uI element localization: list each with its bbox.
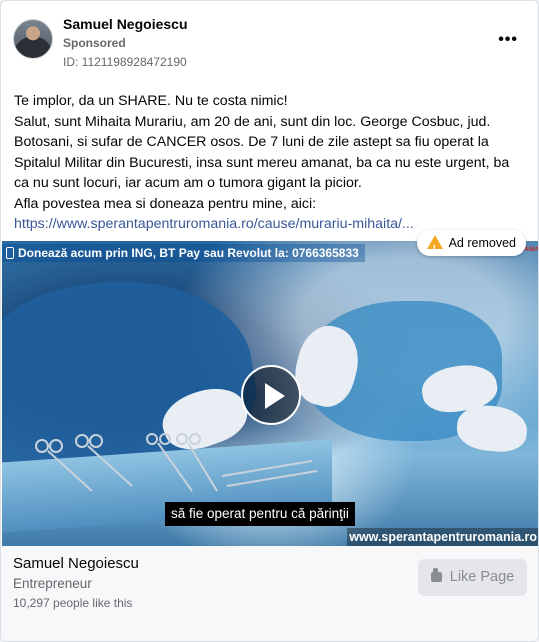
author-name[interactable]: Samuel Negoiescu [63, 16, 188, 32]
sponsored-label: Sponsored [63, 36, 126, 50]
body-line: Te implor, da un SHARE. Nu te costa nimi… [14, 93, 288, 109]
video-subtitle: să fie operat pentru că părinţii [165, 502, 355, 526]
body-line: Salut, sunt Mihaita Murariu, am 20 de an… [14, 113, 510, 192]
play-icon [265, 383, 285, 409]
thumbs-up-icon [430, 568, 442, 582]
avatar[interactable] [13, 19, 53, 59]
surgical-instruments [35, 433, 318, 492]
phone-icon [6, 247, 14, 259]
like-page-label: Like Page [449, 569, 515, 585]
warning-icon [426, 235, 443, 263]
video-watermark: www.sperantapentruromania.ro [347, 528, 538, 546]
page-category: Entrepreneur [13, 576, 92, 591]
post-body: Te implor, da un SHARE. Nu te costa nimi… [14, 91, 526, 235]
post-header: Samuel Negoiescu Sponsored ID: 112119892… [13, 13, 526, 73]
ad-id: ID: 1121198928472190 [63, 55, 187, 69]
page-like-count: 10,297 people like this [13, 596, 133, 610]
more-options-icon[interactable]: ••• [498, 31, 518, 49]
donate-banner-text: Donează acum prin ING, BT Pay sau Revolu… [18, 246, 359, 260]
ad-card: Samuel Negoiescu Sponsored ID: 112119892… [0, 0, 539, 642]
like-page-button[interactable]: Like Page [418, 559, 527, 596]
body-line: Afla povestea mea si doneaza pentru mine… [14, 195, 317, 212]
page-footer: Samuel Negoiescu Entrepreneur 10,297 peo… [1, 546, 538, 641]
video-player[interactable]: Donează acum prin ING, BT Pay sau Revolu… [2, 241, 538, 546]
ad-removed-label: Ad removed [448, 236, 516, 250]
ad-removed-badge[interactable]: Ad removed [416, 230, 526, 263]
play-button[interactable] [241, 365, 301, 425]
donate-banner: Donează acum prin ING, BT Pay sau Revolu… [2, 244, 365, 262]
page-name[interactable]: Samuel Negoiescu [13, 555, 139, 572]
